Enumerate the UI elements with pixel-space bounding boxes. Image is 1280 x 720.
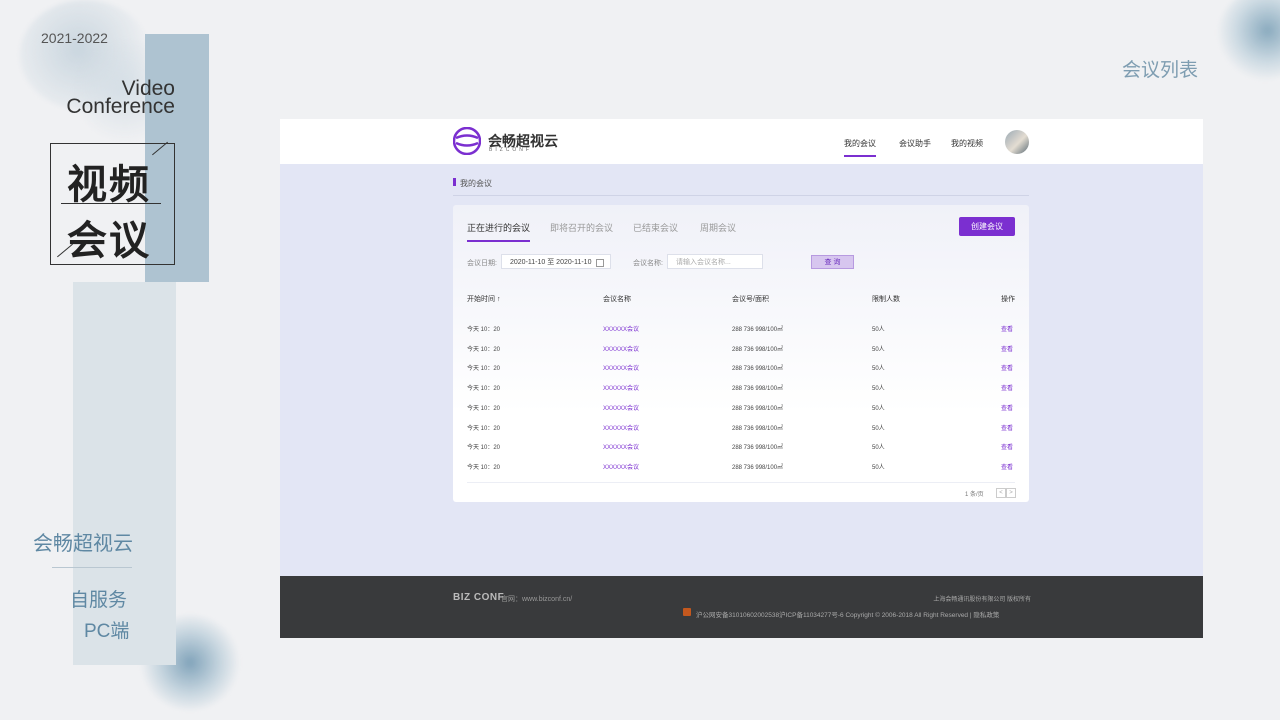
video-conference-label: Video Conference [66, 77, 175, 118]
view-link[interactable]: 查看 [1001, 324, 1013, 333]
cell-meeting-name[interactable]: XXXXXX会议 [603, 423, 639, 432]
cell-meeting-id: 288 736 998/100㎡ [732, 464, 784, 471]
police-badge-icon [683, 608, 691, 616]
view-link[interactable]: 查看 [1001, 462, 1013, 471]
cell-meeting-name[interactable]: XXXXXX会议 [603, 344, 639, 353]
cell-limit: 50人 [872, 425, 885, 432]
view-link[interactable]: 查看 [1001, 423, 1013, 432]
app-footer: BIZ CONF 官网：www.bizconf.cn/ 上海会畅通讯股份有限公司… [280, 576, 1203, 638]
next-page-button[interactable]: > [1006, 488, 1016, 498]
nav-my-meetings[interactable]: 我的会议 [844, 138, 876, 157]
logo-icon [453, 127, 481, 155]
subtitle-line-2: PC端 [84, 621, 130, 642]
page-size[interactable]: 1 条/页 [965, 489, 984, 498]
tab-ended[interactable]: 已结束会议 [633, 221, 678, 234]
date-label: 会议日期: [467, 260, 497, 267]
app-mockup: 会畅超视云 BIZCONF 我的会议 会议助手 我的视频 我的会议 正在进行的会… [280, 119, 1203, 638]
cell-limit: 50人 [872, 445, 885, 452]
view-link[interactable]: 查看 [1001, 442, 1013, 451]
prev-page-button[interactable]: < [996, 488, 1006, 498]
cell-start-time: 今天 10：20 [467, 464, 501, 471]
breadcrumb: 我的会议 [460, 179, 492, 188]
col-header-meeting-name: 会议名称 [603, 296, 631, 303]
query-button[interactable]: 查 询 [811, 255, 854, 269]
subtitle-line-1: 自服务 [70, 590, 128, 611]
divider [467, 482, 1015, 483]
cell-meeting-name[interactable]: XXXXXX会议 [603, 442, 639, 451]
cell-meeting-name[interactable]: XXXXXX会议 [603, 383, 639, 392]
divider [453, 195, 1029, 196]
cell-limit: 50人 [872, 346, 885, 353]
meeting-list-card: 正在进行的会议 即将召开的会议 已结束会议 周期会议 创建会议 会议日期: 20… [453, 205, 1029, 502]
title-divider [61, 203, 161, 204]
cell-meeting-id: 288 736 998/100㎡ [732, 445, 784, 452]
date-range-value: 2020-11-10 至 2020-11-10 [510, 259, 592, 266]
footer-logo: BIZ CONF [453, 592, 505, 603]
breadcrumb-marker [453, 178, 456, 186]
meeting-name-input[interactable]: 请输入会议名称... [667, 254, 763, 269]
nav-my-videos[interactable]: 我的视频 [951, 138, 983, 149]
name-label: 会议名称: [633, 260, 663, 267]
page-label: 会议列表 [1122, 60, 1199, 81]
view-link[interactable]: 查看 [1001, 344, 1013, 353]
cell-meeting-name[interactable]: XXXXXX会议 [603, 403, 639, 412]
cell-meeting-id: 288 736 998/100㎡ [732, 386, 784, 393]
cell-meeting-id: 288 736 998/100㎡ [732, 327, 784, 333]
cell-start-time: 今天 10：20 [467, 346, 501, 353]
year-label: 2021-2022 [41, 30, 108, 46]
cell-limit: 50人 [872, 464, 885, 471]
app-header: 会畅超视云 BIZCONF 我的会议 会议助手 我的视频 [280, 119, 1203, 164]
cell-start-time: 今天 10：20 [467, 386, 501, 393]
nav-meeting-assistant[interactable]: 会议助手 [899, 138, 931, 149]
view-link[interactable]: 查看 [1001, 383, 1013, 392]
brand-label: 会畅超视云 [33, 533, 133, 555]
cell-start-time: 今天 10：20 [467, 405, 501, 412]
cell-start-time: 今天 10：20 [467, 366, 501, 373]
avatar[interactable] [1005, 130, 1029, 154]
tab-upcoming[interactable]: 即将召开的会议 [550, 221, 613, 234]
title-line-2: 会议 [67, 217, 151, 264]
title-line-1: 视频 [67, 161, 151, 208]
tab-ongoing[interactable]: 正在进行的会议 [467, 221, 531, 242]
divider [52, 567, 132, 568]
tab-recurring[interactable]: 周期会议 [700, 221, 736, 234]
cell-meeting-name[interactable]: XXXXXX会议 [603, 324, 639, 333]
footer-company: 上海会畅通讯股份有限公司 版权所有 [933, 597, 1031, 603]
create-meeting-button[interactable]: 创建会议 [959, 217, 1015, 236]
cell-start-time: 今天 10：20 [467, 425, 501, 432]
cell-start-time: 今天 10：20 [467, 327, 501, 333]
cell-meeting-name[interactable]: XXXXXX会议 [603, 462, 639, 471]
cell-limit: 50人 [872, 366, 885, 373]
view-link[interactable]: 查看 [1001, 363, 1013, 372]
logo-sub: BIZCONF [489, 147, 532, 153]
footer-icp: 沪公网安备31010602002538沪ICP备11034277号-6 Copy… [696, 612, 1000, 619]
col-header-start-time[interactable]: 开始时间 ↑ [467, 294, 500, 304]
cell-meeting-id: 288 736 998/100㎡ [732, 425, 784, 432]
cell-limit: 50人 [872, 405, 885, 412]
watercolor-wash [1218, 0, 1280, 80]
cell-meeting-id: 288 736 998/100㎡ [732, 346, 784, 353]
cell-limit: 50人 [872, 386, 885, 393]
date-range-field[interactable]: 2020-11-10 至 2020-11-10 [501, 254, 611, 269]
cell-meeting-id: 288 736 998/100㎡ [732, 366, 784, 373]
cell-meeting-name[interactable]: XXXXXX会议 [603, 363, 639, 372]
view-link[interactable]: 查看 [1001, 403, 1013, 412]
cell-start-time: 今天 10：20 [467, 445, 501, 452]
col-header-limit: 限制人数 [872, 296, 900, 303]
col-header-meeting-id: 会议号/面积 [732, 296, 769, 303]
col-header-action: 操作 [1001, 296, 1015, 303]
footer-site-link[interactable]: 官网：www.bizconf.cn/ [501, 594, 572, 604]
calendar-icon [596, 259, 604, 267]
cell-meeting-id: 288 736 998/100㎡ [732, 405, 784, 412]
cell-limit: 50人 [872, 327, 885, 333]
